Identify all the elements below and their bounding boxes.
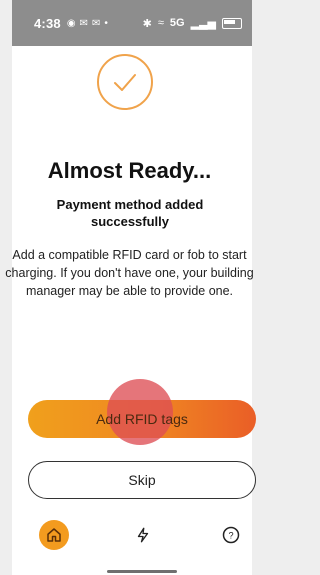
signal-icon: ▂▃▅	[190, 17, 216, 30]
mail-icon: ✉	[79, 17, 88, 29]
tab-charging[interactable]	[128, 520, 158, 550]
page-title: Almost Ready...	[47, 158, 212, 183]
status-time: 4:38	[34, 15, 61, 31]
whatsapp-icon: ◉	[66, 17, 76, 29]
tab-help[interactable]: ?	[216, 520, 246, 550]
instruction-text: Add a compatible RFID card or fob to sta…	[5, 248, 254, 298]
notification-icons: ◉ ✉ ✉ •	[67, 18, 108, 29]
tab-home[interactable]	[39, 520, 69, 550]
bolt-icon	[137, 527, 149, 543]
mail-icon: ✉	[91, 17, 101, 29]
bluetooth-icon: ✱	[142, 17, 152, 30]
home-icon	[47, 528, 61, 542]
help-icon: ?	[222, 526, 240, 544]
app-frame: 4:38 ◉ ✉ ✉ • ✱ ≈ 5G ▂▃▅ Almost Ready... …	[0, 0, 259, 575]
page-subtitle: Payment method added successfully	[56, 197, 204, 229]
skip-button[interactable]: Skip	[28, 461, 256, 499]
add-rfid-tags-label: Add RFID tags	[96, 411, 188, 427]
nfc-icon: ≈	[157, 17, 164, 29]
status-bar: 4:38 ◉ ✉ ✉ • ✱ ≈ 5G ▂▃▅	[12, 0, 252, 46]
bottom-tab-bar: ?	[12, 512, 252, 556]
battery-icon	[222, 17, 242, 29]
network-label: 5G	[169, 17, 185, 29]
system-icons: ✱ ≈ 5G ▂▃▅	[143, 17, 242, 30]
home-indicator	[107, 570, 177, 573]
dot-icon: •	[104, 17, 108, 29]
svg-text:?: ?	[228, 530, 233, 540]
check-circle-icon	[97, 54, 153, 110]
